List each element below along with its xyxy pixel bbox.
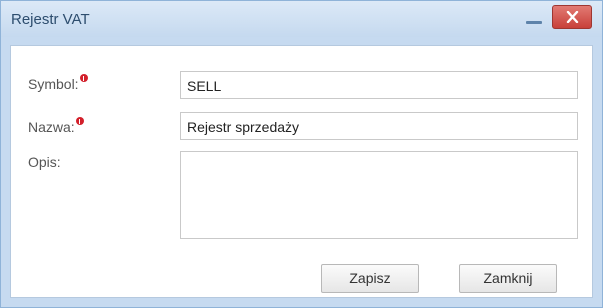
close-button[interactable] — [552, 5, 592, 29]
close-icon — [566, 11, 579, 23]
opis-textarea[interactable] — [180, 151, 578, 239]
nazwa-label: Nazwa: — [28, 119, 75, 135]
required-indicator-icon — [79, 74, 88, 82]
symbol-input[interactable]: SELL — [180, 71, 578, 99]
minimize-button[interactable] — [523, 9, 545, 29]
required-indicator-icon — [75, 117, 84, 125]
nazwa-input[interactable]: Rejestr sprzedaży — [180, 112, 578, 140]
symbol-label: Symbol: — [28, 76, 79, 92]
window-title: Rejestr VAT — [11, 11, 90, 28]
symbol-label-row: Symbol: — [28, 74, 88, 92]
nazwa-label-row: Nazwa: — [28, 117, 84, 135]
save-button[interactable]: Zapisz — [321, 264, 419, 293]
dialog-window: Rejestr VAT Symbol: SELL Nazwa: Rejestr … — [0, 0, 603, 308]
minimize-icon — [526, 21, 542, 24]
symbol-value: SELL — [187, 78, 222, 94]
title-bar[interactable]: Rejestr VAT — [1, 1, 602, 37]
close-dialog-button[interactable]: Zamknij — [459, 264, 557, 293]
dialog-body: Symbol: SELL Nazwa: Rejestr sprzedaży Op… — [10, 45, 593, 298]
opis-label: Opis: — [28, 154, 61, 170]
nazwa-value: Rejestr sprzedaży — [187, 119, 300, 135]
